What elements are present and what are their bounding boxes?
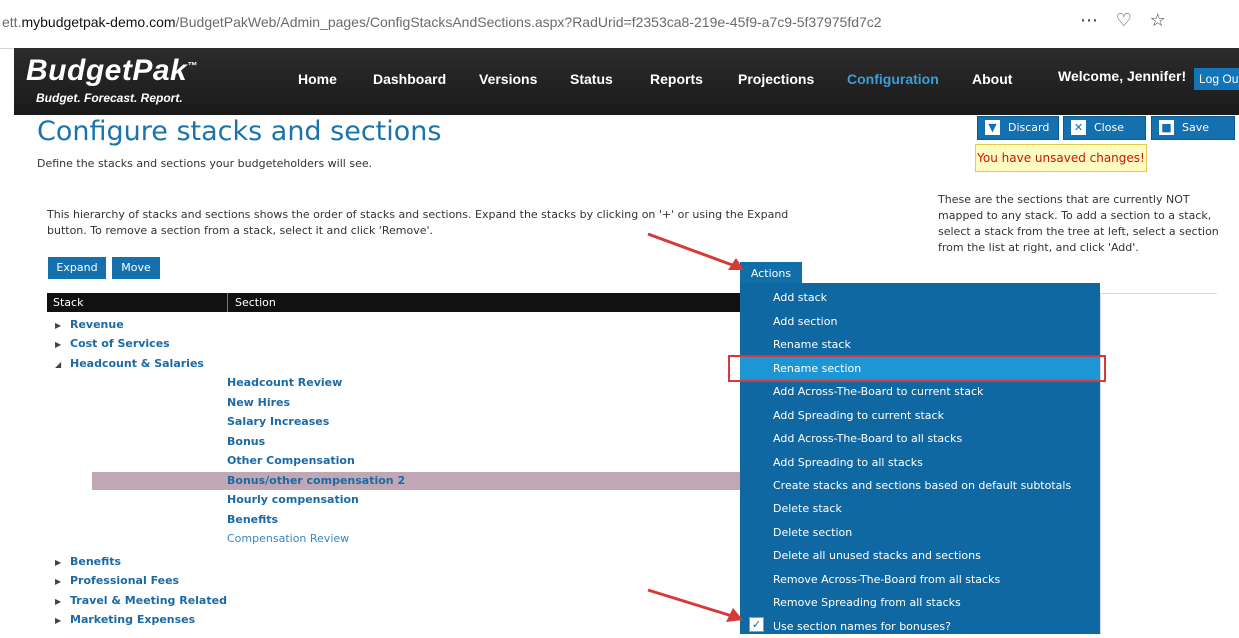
save-icon: ■ xyxy=(1159,120,1174,135)
pocket-icon[interactable]: ♡ xyxy=(1116,10,1132,31)
nav-status[interactable]: Status xyxy=(570,71,613,87)
more-icon[interactable]: ⋯ xyxy=(1080,10,1098,31)
tree-header: Stack Section xyxy=(47,293,747,312)
tree-section-item[interactable]: Compensation Review xyxy=(227,530,349,548)
tree-stack-cost-of-services[interactable]: ▶ Cost of Services xyxy=(55,335,170,353)
unmapped-sections-instructions: These are the sections that are currentl… xyxy=(938,193,1219,254)
bonus-names-checkbox[interactable]: ✓ xyxy=(749,617,764,632)
nav-versions[interactable]: Versions xyxy=(479,71,537,87)
annotation-arrow-icon xyxy=(647,232,744,270)
close-button[interactable]: ✕ Close xyxy=(1063,116,1146,140)
url-text[interactable]: ett.mybudgetpak-demo.com/BudgetPakWeb/Ad… xyxy=(2,14,882,30)
expand-arrow-icon[interactable]: ▶ xyxy=(55,554,70,572)
tree-stack-marketing-expenses[interactable]: ▶ Marketing Expenses xyxy=(55,611,195,629)
selected-row-highlight xyxy=(92,472,742,490)
menu-delete-section[interactable]: Delete section xyxy=(740,521,1100,544)
discard-button[interactable]: ▼ Discard xyxy=(977,116,1059,140)
annotation-highlight-box xyxy=(728,355,1106,382)
menu-add-section[interactable]: Add section xyxy=(740,310,1100,333)
nav-about[interactable]: About xyxy=(972,71,1012,87)
menu-add-atb-current[interactable]: Add Across-The-Board to current stack xyxy=(740,380,1100,403)
menu-use-section-names-bonuses[interactable]: Use section names for bonuses? xyxy=(740,615,1100,638)
expand-arrow-icon[interactable]: ▶ xyxy=(55,593,70,611)
menu-delete-stack[interactable]: Delete stack xyxy=(740,497,1100,520)
logo[interactable]: BudgetPak™ xyxy=(26,54,198,88)
tree-stack-benefits[interactable]: ▶ Benefits xyxy=(55,553,121,571)
unmapped-sections-list[interactable] xyxy=(1100,293,1217,635)
star-icon[interactable]: ☆ xyxy=(1150,10,1166,31)
top-navbar: BudgetPak™ Budget. Forecast. Report. Hom… xyxy=(14,48,1239,115)
browser-address-bar[interactable]: ett.mybudgetpak-demo.com/BudgetPakWeb/Ad… xyxy=(0,0,1239,49)
nav-dashboard[interactable]: Dashboard xyxy=(373,71,446,87)
tree-stack-headcount-salaries[interactable]: ◢ Headcount & Salaries xyxy=(55,355,204,373)
nav-configuration[interactable]: Configuration xyxy=(847,71,939,87)
collapse-arrow-icon[interactable]: ◢ xyxy=(55,356,70,374)
menu-add-spreading-all[interactable]: Add Spreading to all stacks xyxy=(740,451,1100,474)
tree-stack-professional-fees[interactable]: ▶ Professional Fees xyxy=(55,572,179,590)
tagline: Budget. Forecast. Report. xyxy=(36,91,183,105)
unsaved-changes-warning: You have unsaved changes! xyxy=(975,144,1147,172)
expand-arrow-icon[interactable]: ▶ xyxy=(55,573,70,591)
expand-arrow-icon[interactable]: ▶ xyxy=(55,317,70,335)
tree-section-item[interactable]: Bonus xyxy=(227,433,265,451)
menu-delete-unused[interactable]: Delete all unused stacks and sections xyxy=(740,544,1100,567)
actions-menu: Add stack Add section Rename stack Renam… xyxy=(740,283,1100,634)
menu-create-default[interactable]: Create stacks and sections based on defa… xyxy=(740,474,1100,497)
tree-stack-revenue[interactable]: ▶ Revenue xyxy=(55,316,124,334)
menu-add-stack[interactable]: Add stack xyxy=(740,286,1100,309)
menu-add-atb-all[interactable]: Add Across-The-Board to all stacks xyxy=(740,427,1100,450)
expand-arrow-icon[interactable]: ▶ xyxy=(55,336,70,354)
move-button[interactable]: Move xyxy=(112,257,160,279)
menu-add-spreading-current[interactable]: Add Spreading to current stack xyxy=(740,404,1100,427)
tree-section-item[interactable]: Other Compensation xyxy=(227,452,355,470)
nav-reports[interactable]: Reports xyxy=(650,71,703,87)
logout-button[interactable]: Log Out xyxy=(1194,68,1239,90)
column-header-section[interactable]: Section xyxy=(235,293,276,312)
nav-home[interactable]: Home xyxy=(298,71,337,87)
tree-section-item[interactable]: Hourly compensation xyxy=(227,491,359,509)
menu-remove-spreading-all[interactable]: Remove Spreading from all stacks xyxy=(740,591,1100,614)
tree-section-item[interactable]: Headcount Review xyxy=(227,374,342,392)
menu-remove-atb-all[interactable]: Remove Across-The-Board from all stacks xyxy=(740,568,1100,591)
column-header-stack[interactable]: Stack xyxy=(53,293,83,312)
tree-section-item[interactable]: Salary Increases xyxy=(227,413,329,431)
menu-rename-stack[interactable]: Rename stack xyxy=(740,333,1100,356)
page-title: Configure stacks and sections xyxy=(37,116,442,147)
expand-button[interactable]: Expand xyxy=(48,257,106,279)
annotation-arrow-icon xyxy=(647,588,743,622)
trash-icon: ▼ xyxy=(985,120,1000,135)
column-divider xyxy=(227,293,228,312)
close-icon: ✕ xyxy=(1071,120,1086,135)
welcome-text: Welcome, Jennifer! xyxy=(1058,68,1187,84)
nav-projections[interactable]: Projections xyxy=(738,71,814,87)
tree-section-item[interactable]: Benefits xyxy=(227,511,278,529)
expand-arrow-icon[interactable]: ▶ xyxy=(55,612,70,630)
tree-section-item[interactable]: New Hires xyxy=(227,394,290,412)
page-subtitle: Define the stacks and sections your budg… xyxy=(37,157,373,170)
save-button[interactable]: ■ Save xyxy=(1151,116,1235,140)
tree-stack-travel-meeting[interactable]: ▶ Travel & Meeting Related xyxy=(55,592,227,610)
tree-section-item-selected[interactable]: Bonus/other compensation 2 xyxy=(227,472,405,490)
